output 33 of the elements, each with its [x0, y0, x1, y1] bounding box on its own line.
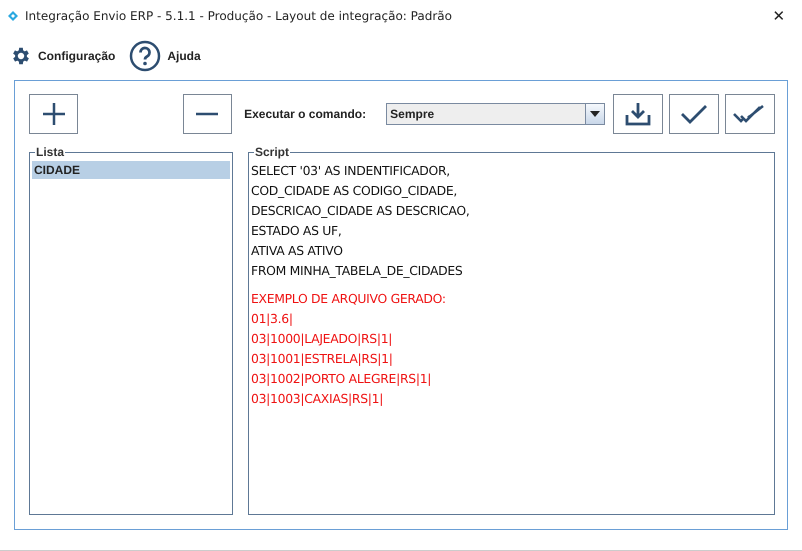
add-button[interactable]: [29, 94, 78, 134]
window-title: Integração Envio ERP - 5.1.1 - Produção - Layout de integração: Padrão: [25, 9, 453, 23]
code-line: 01|3.6|: [251, 310, 294, 328]
code-line: 03|1003|CAXIAS|RS|1|: [251, 390, 384, 408]
command-label: Executar o comando:: [244, 107, 366, 121]
app-icon: [8, 11, 18, 21]
caret-icon: [590, 111, 600, 117]
code-line: FROM MINHA_TABELA_DE_CIDADES: [251, 262, 464, 280]
code-line: COD_CIDADE AS CODIGO_CIDADE,: [251, 182, 458, 200]
check-button[interactable]: [669, 94, 719, 134]
code-line: 03|1000|LAJEADO|RS|1|: [251, 330, 394, 348]
code-line: 03|1002|PORTO ALEGRE|RS|1|: [251, 370, 432, 388]
help-icon: [129, 40, 162, 72]
download-button[interactable]: [613, 94, 663, 134]
script-title: Script: [254, 145, 290, 159]
code-line: ATIVA AS ATIVO: [251, 242, 344, 260]
minus-icon: [196, 112, 218, 116]
plus-icon: [42, 103, 65, 125]
download-icon: [625, 101, 651, 127]
code-line: ESTADO AS UF,: [251, 222, 343, 240]
toolbar-button[interactable]: Configuração: [10, 44, 116, 66]
check-icon: [681, 104, 707, 124]
command-dropdown[interactable]: Sempre: [386, 103, 605, 125]
code-line: DESCRICAO_CIDADE AS DESCRICAO,: [251, 202, 470, 220]
check-all-button[interactable]: [725, 94, 775, 134]
code-line: 03|1001|ESTRELA|RS|1|: [251, 350, 394, 368]
list-item[interactable]: CIDADE: [32, 161, 230, 179]
list-title: Lista: [35, 145, 66, 159]
close-button[interactable]: ✕: [764, 7, 794, 25]
toolbar-button[interactable]: Ajuda: [129, 40, 201, 72]
code-line: EXEMPLO DE ARQUIVO GERADO:: [251, 290, 447, 308]
code-line: SELECT '03' AS INDENTIFICADOR,: [251, 162, 451, 180]
remove-button[interactable]: [182, 94, 232, 134]
